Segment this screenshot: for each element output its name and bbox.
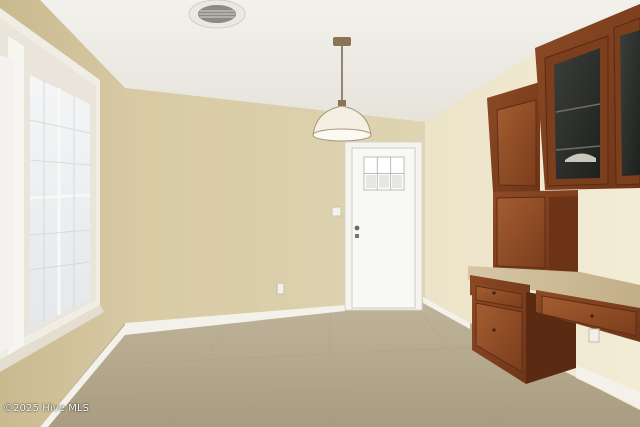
- ceiling-vent: [188, 0, 246, 29]
- hutch-cabinet: [493, 190, 578, 275]
- watermark-text: ©2025 Hive MLS: [3, 403, 90, 414]
- wall-outlet: [276, 282, 285, 295]
- door-lock: [355, 234, 359, 238]
- room-illustration: [0, 0, 640, 427]
- door-knob: [354, 225, 360, 231]
- light-switch: [331, 206, 342, 217]
- room-photo: ©2025 Hive MLS: [0, 0, 640, 427]
- front-door: [351, 147, 416, 309]
